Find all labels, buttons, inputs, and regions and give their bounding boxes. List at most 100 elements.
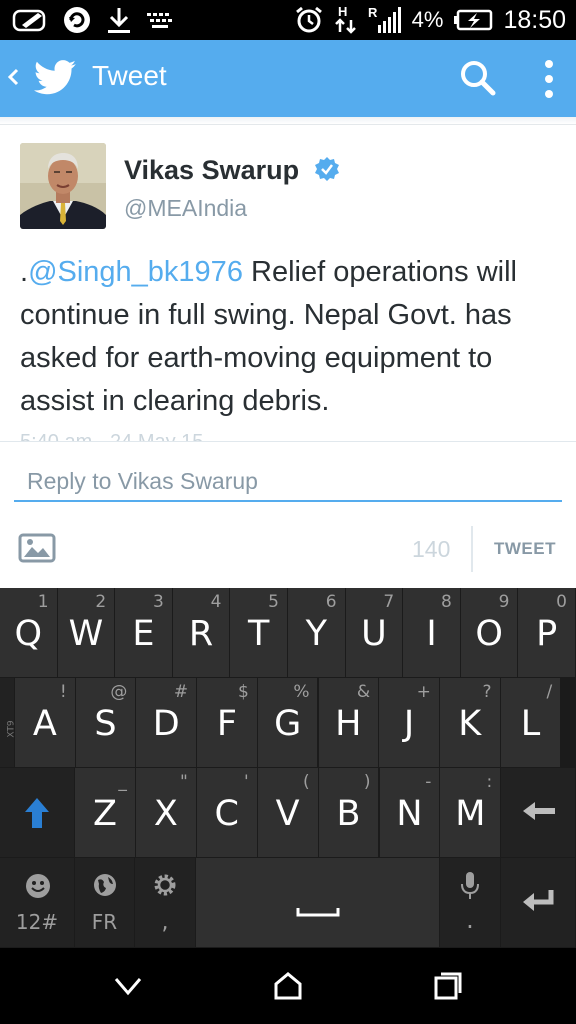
key-hint: ': [244, 772, 249, 792]
tweet-button[interactable]: TWEET: [494, 539, 556, 559]
key-q[interactable]: 1Q: [0, 588, 58, 678]
key-hint: ": [179, 772, 188, 792]
data-network-icon: H: [334, 4, 356, 34]
key-j[interactable]: + J: [379, 678, 440, 768]
key-c[interactable]: ' C: [196, 768, 258, 858]
key-m[interactable]: :M: [440, 768, 502, 858]
emoji-numbers-key[interactable]: 12#: [0, 858, 75, 948]
key-w[interactable]: 2W: [57, 588, 116, 678]
key-hint: _: [118, 772, 127, 792]
settings-comma-key[interactable]: ,: [135, 858, 196, 948]
add-photo-icon[interactable]: [18, 532, 56, 564]
key-hint: 7: [383, 592, 395, 612]
microphone-icon: [461, 872, 479, 899]
backspace-key[interactable]: [501, 768, 576, 858]
overflow-menu-icon[interactable]: [534, 58, 564, 100]
key-b[interactable]: ) B: [318, 768, 380, 858]
language-label: FR: [91, 910, 118, 934]
key-hint: 4: [210, 592, 222, 612]
key-label: U: [361, 614, 387, 654]
key-hint: 2: [95, 592, 107, 612]
navigation-bar: [0, 948, 576, 1024]
tweet-prefix: .: [20, 256, 29, 288]
key-hint: +: [416, 682, 431, 702]
key-d[interactable]: # D: [136, 678, 198, 768]
back-chevron-icon[interactable]: [6, 62, 26, 92]
author-name[interactable]: Vikas Swarup: [124, 155, 299, 186]
svg-text:R: R: [368, 5, 378, 20]
search-icon[interactable]: [458, 58, 498, 98]
action-bar: Tweet: [0, 40, 576, 117]
key-u[interactable]: 7U: [345, 588, 404, 678]
key-hint: 1: [37, 592, 49, 612]
mention-link[interactable]: @Singh_bk1976: [28, 256, 243, 288]
key-n[interactable]: -N: [379, 768, 441, 858]
key-r[interactable]: 4R: [172, 588, 231, 678]
key-label: X: [153, 794, 178, 834]
emoji-icon: [26, 874, 50, 898]
key-hint: 3: [152, 592, 164, 612]
avatar[interactable]: [20, 143, 106, 229]
key-hint: @: [110, 682, 128, 702]
tweet-detail: Vikas Swarup @MEAIndia .@Singh_bk1976 Re…: [0, 125, 576, 441]
key-label: L: [520, 704, 541, 744]
key-v[interactable]: (V: [257, 768, 319, 858]
key-f[interactable]: $ F: [197, 678, 258, 768]
enter-icon: [523, 890, 554, 911]
twitter-bird-icon[interactable]: [34, 58, 78, 98]
key-label: N: [396, 794, 423, 834]
key-z[interactable]: _ Z: [75, 768, 136, 858]
key-h[interactable]: & H: [318, 678, 380, 768]
key-t[interactable]: 5T: [230, 588, 288, 678]
status-bar: H R 4% 18:50: [0, 0, 576, 40]
back-nav-icon[interactable]: [110, 970, 146, 1002]
language-key[interactable]: FR: [75, 858, 135, 948]
alarm-icon: [295, 6, 322, 33]
key-hint: #: [173, 682, 189, 702]
comma-label: ,: [161, 910, 169, 935]
key-label: F: [216, 704, 237, 744]
clock: 18:50: [503, 5, 566, 34]
key-label: P: [536, 614, 558, 654]
key-l[interactable]: / L: [500, 678, 562, 768]
xt9-key[interactable]: XT9: [0, 678, 17, 768]
author-handle[interactable]: @MEAIndia: [124, 195, 247, 222]
shift-key[interactable]: [0, 768, 75, 858]
key-hint: -: [425, 772, 432, 792]
key-label: H: [335, 704, 362, 744]
key-g[interactable]: % G: [257, 678, 319, 768]
globe-icon: [94, 874, 116, 896]
key-a[interactable]: ! A: [15, 678, 76, 768]
key-k[interactable]: ? K: [439, 678, 501, 768]
voice-period-key[interactable]: .: [440, 858, 501, 948]
key-hint: !: [59, 682, 67, 702]
shift-arrow-icon: [25, 798, 49, 828]
recent-apps-icon[interactable]: [430, 970, 466, 1002]
key-s[interactable]: @ S: [75, 678, 137, 768]
key-hint: ): [363, 772, 371, 792]
key-label: I: [426, 614, 437, 654]
key-x[interactable]: " X: [135, 768, 197, 858]
key-p[interactable]: 0P: [518, 588, 576, 678]
key-label: B: [336, 794, 361, 834]
divider: [0, 441, 576, 442]
space-key[interactable]: [196, 858, 440, 948]
compose-bar: 140 TWEET: [0, 510, 576, 588]
enter-key[interactable]: [501, 858, 576, 948]
key-o[interactable]: 9O: [460, 588, 519, 678]
key-label: V: [275, 794, 300, 834]
keyboard: 1Q2W3E4R5T6Y7U8I9O0P ! A @ S # D $ F% G & H + J? K / L …: [0, 588, 576, 948]
key-hint: 8: [440, 592, 452, 612]
key-e[interactable]: 3E: [115, 588, 173, 678]
gear-icon: [154, 874, 176, 896]
home-icon[interactable]: [270, 970, 306, 1002]
key-label: M: [455, 794, 486, 834]
key-label: R: [188, 614, 214, 654]
key-label: E: [132, 614, 155, 654]
key-y[interactable]: 6Y: [288, 588, 346, 678]
battery-charging-icon: [454, 9, 493, 31]
reply-input[interactable]: [14, 462, 562, 502]
compose-separator: [471, 526, 473, 572]
key-i[interactable]: 8I: [403, 588, 461, 678]
key-label: Q: [14, 614, 43, 654]
